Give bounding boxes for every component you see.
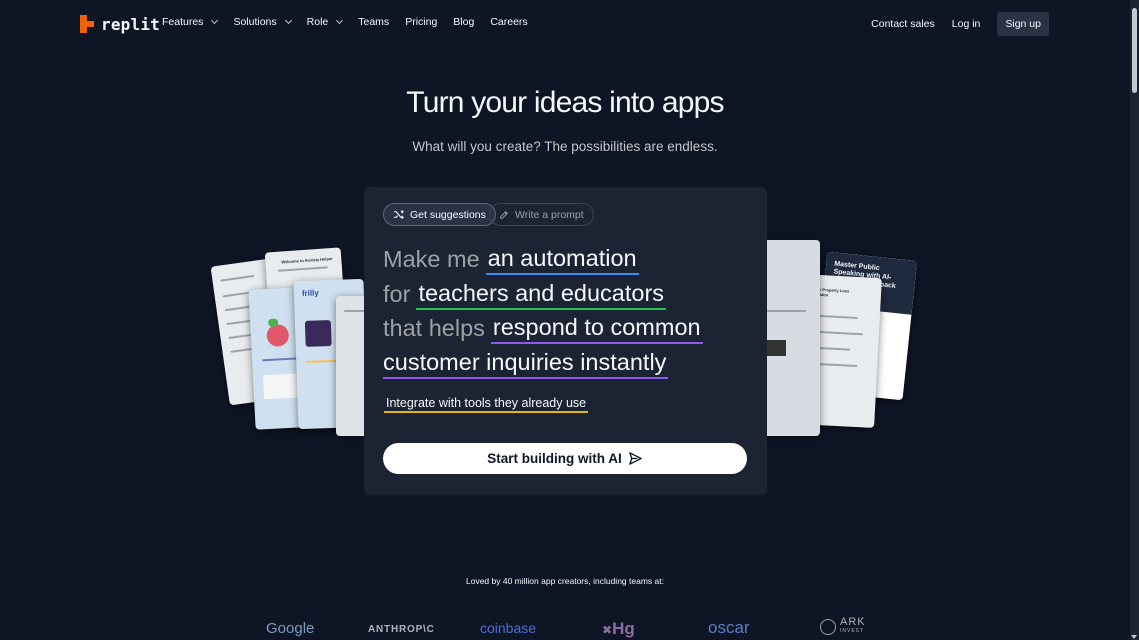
ark-invest-logo: ARK INVEST: [820, 617, 866, 636]
nav-item-careers[interactable]: Careers: [490, 16, 527, 28]
card-title: Welcome to Anxiety Helper: [281, 255, 333, 265]
anthropic-logo: ANTHROP\C: [368, 624, 435, 635]
replit-logo-icon: [80, 15, 95, 33]
shuffle-icon: [393, 209, 404, 220]
option-app-type[interactable]: an automation: [485, 243, 639, 276]
oscar-logo: oscar: [708, 618, 750, 637]
nav-item-label: Pricing: [405, 16, 438, 28]
card-brand: frilly: [301, 288, 319, 298]
sentence-word: that helps: [383, 315, 485, 341]
hero-title: Turn your ideas into apps: [406, 86, 724, 119]
chip-label: Write a prompt: [515, 208, 584, 221]
prompt-builder-panel: Get suggestions Write a prompt Make me a…: [364, 187, 767, 495]
coinbase-logo: coinbase: [480, 620, 537, 636]
right-app-previews: Master Public Speaking with AI-Powered F…: [760, 240, 920, 440]
logo-text: replit: [101, 14, 160, 34]
nav-item-blog[interactable]: Blog: [453, 16, 474, 28]
nav-actions: Contact sales Log in Sign up: [871, 12, 1049, 36]
ark-circle-icon: [820, 619, 836, 635]
prompt-sentence: Make me an automation for teachers and e…: [383, 242, 753, 380]
option-audience[interactable]: teachers and educators: [416, 278, 667, 310]
scrollbar-thumb[interactable]: [1132, 8, 1137, 93]
google-logo: Google: [266, 620, 315, 637]
option-integration[interactable]: Integrate with tools they already use: [384, 396, 589, 413]
social-proof-text: Loved by 40 million app creators, includ…: [466, 576, 664, 586]
nav-item-label: Features: [162, 16, 204, 28]
nav-item-label: Blog: [453, 16, 475, 28]
button-label: Start building with AI: [487, 451, 622, 466]
nav-item-features[interactable]: Features: [162, 16, 219, 28]
chevron-down-icon: [336, 16, 344, 25]
nav-item-label: Role: [306, 16, 329, 28]
sentence-word: Make me: [383, 246, 480, 272]
customer-logos: Google ANTHROP\C coinbase ✖Hg oscar ARK …: [0, 614, 1130, 640]
sentence-word: for: [383, 280, 411, 307]
nav-item-label: Teams: [358, 16, 390, 28]
option-purpose[interactable]: respond to common: [490, 312, 703, 345]
chevron-down-icon: [211, 16, 219, 25]
nav-item-label: Solutions: [233, 16, 277, 28]
page-scrollbar[interactable]: [1130, 0, 1139, 640]
pencil-icon: [500, 210, 508, 219]
login-link[interactable]: Log in: [952, 18, 981, 30]
signup-button[interactable]: Sign up: [997, 12, 1049, 36]
get-suggestions-chip[interactable]: Get suggestions: [383, 203, 496, 226]
send-icon: [628, 452, 642, 465]
nav-menu: Features Solutions Role Teams Pricing Bl…: [162, 16, 544, 28]
nav-item-teams[interactable]: Teams: [358, 16, 389, 28]
option-purpose-continued[interactable]: customer inquiries instantly: [383, 347, 669, 379]
write-prompt-chip[interactable]: Write a prompt: [489, 203, 594, 226]
nav-item-label: Careers: [490, 16, 528, 28]
nav-item-role[interactable]: Role: [306, 16, 344, 28]
app-preview-card: [760, 240, 820, 436]
hg-logo: ✖Hg: [602, 619, 635, 638]
top-nav: replit Features Solutions Role Teams Pri…: [0, 0, 1130, 48]
hero-subtitle: What will you create? The possibilities …: [412, 139, 718, 154]
nav-item-pricing[interactable]: Pricing: [405, 16, 437, 28]
chevron-down-icon: [284, 16, 292, 25]
chip-label: Get suggestions: [410, 208, 486, 221]
scroll-down-arrow-icon[interactable]: [1131, 635, 1137, 639]
nav-item-solutions[interactable]: Solutions: [233, 16, 292, 28]
left-app-previews: Welcome to Anxiety Helper frilly: [210, 240, 376, 440]
start-building-button[interactable]: Start building with AI: [383, 443, 747, 474]
replit-logo[interactable]: replit: [80, 14, 160, 34]
contact-sales-link[interactable]: Contact sales: [871, 18, 935, 30]
